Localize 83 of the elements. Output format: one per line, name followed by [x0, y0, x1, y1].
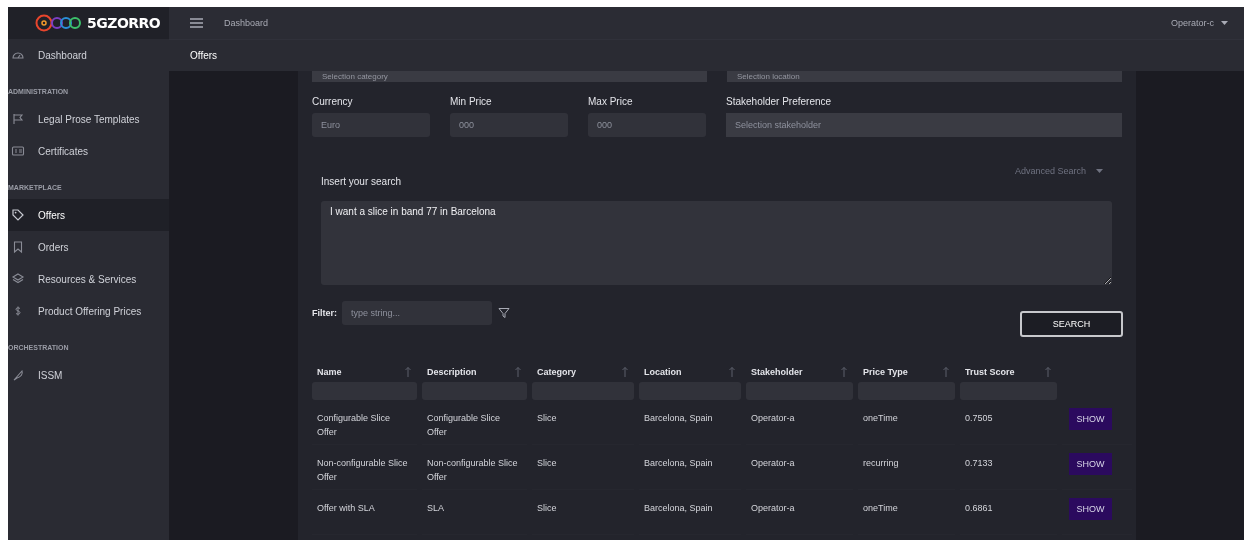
select-field[interactable]: Selection location — [727, 71, 1122, 82]
sidebar-item-label[interactable]: Certificates — [38, 145, 88, 157]
filter-input[interactable]: type string... — [342, 301, 492, 325]
table-cell: Slice — [532, 400, 634, 445]
table-cell: Configurable Slice Offer — [312, 400, 417, 445]
table-cell: 0.6861 — [960, 490, 1057, 535]
table-cell: Non-configurable Slice Offer — [422, 445, 527, 490]
filter-icon[interactable] — [498, 307, 510, 319]
sidebar-item-label[interactable]: Dashboard — [38, 49, 87, 61]
filter-label: Filter: — [312, 308, 337, 318]
show-button[interactable]: SHOW — [1069, 498, 1112, 520]
sidebar-item[interactable]: Product Offering Prices — [8, 295, 169, 327]
table-cell: Slice — [532, 445, 634, 490]
sidebar-item[interactable]: Offers — [8, 199, 169, 231]
input-field[interactable]: Selection stakeholder — [726, 113, 1122, 137]
column-header[interactable]: Name — [317, 367, 342, 377]
search-label: Insert your search — [321, 176, 403, 187]
sidebar-item[interactable]: Dashboard — [8, 39, 169, 71]
sidebar-item[interactable]: Orders — [8, 231, 169, 263]
table-cell: 0.7133 — [960, 445, 1057, 490]
select-field[interactable]: Selection category — [312, 71, 707, 82]
table-cell: SLA — [422, 490, 527, 535]
table-cell: Operator-a — [746, 400, 853, 445]
table-cell: oneTime — [858, 400, 955, 445]
table-cell: Non-configurable Slice Offer — [312, 445, 417, 490]
input-field[interactable]: 000 — [588, 113, 706, 137]
sort-arrow-icon[interactable] — [404, 366, 412, 378]
caret-icon[interactable] — [1096, 169, 1103, 173]
input-field[interactable]: 000 — [450, 113, 568, 137]
field-label: Max Price — [588, 96, 634, 107]
table-cell: Operator-a — [746, 490, 853, 535]
sort-arrow-icon[interactable] — [621, 366, 629, 378]
column-header[interactable]: Stakeholder — [751, 367, 803, 377]
show-button[interactable]: SHOW — [1069, 453, 1112, 475]
table-cell: recurring — [858, 445, 955, 490]
table-cell: Configurable Slice Offer — [422, 400, 527, 445]
page-title: Offers — [190, 50, 218, 61]
column-header[interactable]: Price Type — [863, 367, 908, 377]
column-header[interactable]: Location — [644, 367, 682, 377]
sidebar-item-label[interactable]: Resources & Services — [38, 273, 137, 285]
sidebar-item-label[interactable]: Orders — [38, 241, 69, 253]
sidebar-item-label[interactable]: ISSM — [38, 369, 63, 381]
search-button[interactable]: SEARCH — [1020, 311, 1123, 337]
sidebar-item-label[interactable]: Product Offering Prices — [38, 305, 142, 317]
sidebar-item[interactable]: ISSM — [8, 359, 169, 391]
logo-text: 5GZORRO — [87, 15, 161, 31]
field-label: Currency — [312, 96, 354, 107]
search-text-area[interactable]: I want a slice in band 77 in Barcelona — [321, 201, 1112, 285]
sidebar-item[interactable]: Resources & Services — [8, 263, 169, 295]
sort-arrow-icon[interactable] — [942, 366, 950, 378]
table-cell: Slice — [532, 490, 634, 535]
sort-arrow-icon[interactable] — [514, 366, 522, 378]
sidebar-item-label[interactable]: Legal Prose Templates — [38, 113, 140, 125]
breadcrumb-link[interactable]: Dashboard — [224, 18, 269, 28]
show-button[interactable]: SHOW — [1069, 408, 1112, 430]
table-cell: Barcelona, Spain — [639, 490, 741, 535]
feather-icon — [11, 368, 25, 382]
table-cell: 0.7505 — [960, 400, 1057, 445]
caret-icon[interactable] — [1221, 21, 1228, 25]
input-field[interactable]: Euro — [312, 113, 430, 137]
menu-icon[interactable] — [190, 18, 203, 28]
tag-icon — [11, 208, 25, 222]
sort-arrow-icon[interactable] — [728, 366, 736, 378]
sidebar-item-label[interactable]: Offers — [38, 209, 66, 221]
layers-icon — [11, 272, 25, 286]
sidebar-item[interactable]: Legal Prose Templates — [8, 103, 169, 135]
sort-arrow-icon[interactable] — [840, 366, 848, 378]
user-menu[interactable]: Operator-c — [1171, 18, 1214, 28]
column-header[interactable]: Category — [537, 367, 576, 377]
id-card-icon — [11, 144, 25, 158]
column-header[interactable]: Trust Score — [965, 367, 1015, 377]
table-cell: oneTime — [858, 490, 955, 535]
table-cell: Operator-a — [746, 445, 853, 490]
bookmark-icon — [11, 240, 25, 254]
flag-icon — [11, 112, 25, 126]
table-cell: Barcelona, Spain — [639, 445, 741, 490]
sort-arrow-icon[interactable] — [1044, 366, 1052, 378]
table-cell: Barcelona, Spain — [639, 400, 741, 445]
table-cell: Offer with SLA — [312, 490, 417, 535]
column-header[interactable]: Description — [427, 367, 477, 377]
field-label: Stakeholder Preference — [726, 96, 833, 107]
sidebar-item[interactable]: Certificates — [8, 135, 169, 167]
field-label: Min Price — [450, 96, 493, 107]
